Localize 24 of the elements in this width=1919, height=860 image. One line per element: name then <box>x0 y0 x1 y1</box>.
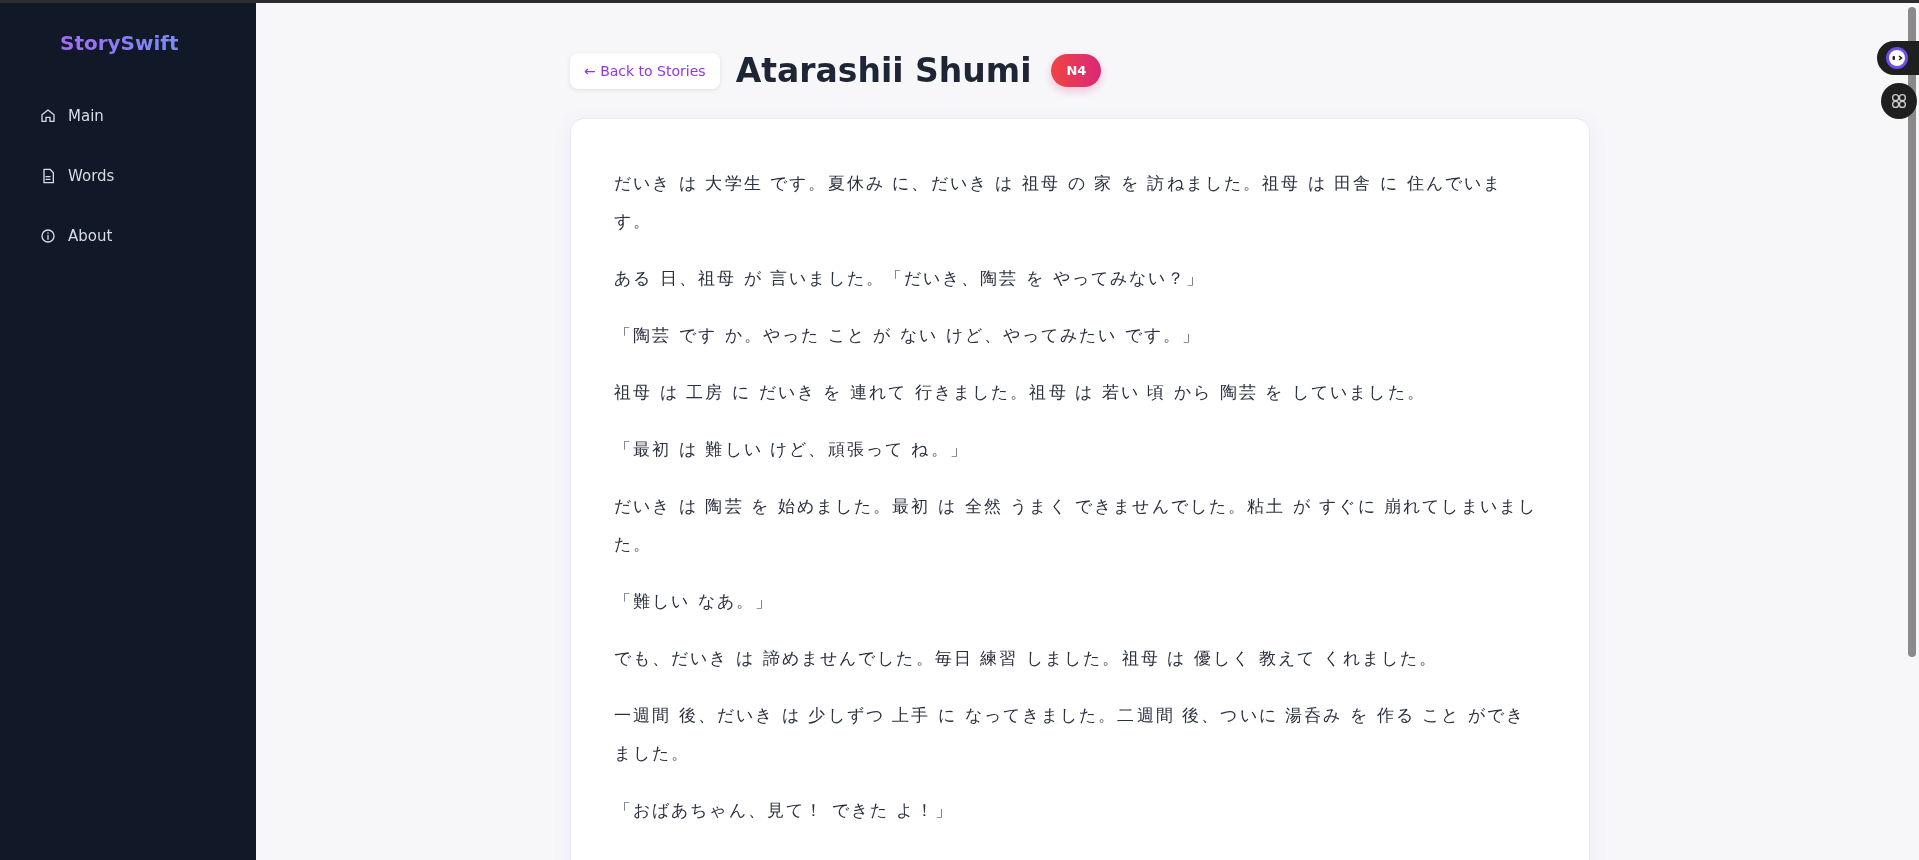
robot-face-icon <box>1885 46 1909 70</box>
clover-icon <box>1890 92 1908 110</box>
sidebar-item[interactable]: Main <box>0 101 256 131</box>
home-icon <box>40 108 56 124</box>
story-paragraph: 「陶芸 です か。やった こと が ない けど、やってみたい です。」 <box>614 324 1203 347</box>
apps-button[interactable] <box>1881 83 1917 119</box>
story-paragraph: ある 日、祖母 が 言いました。「だいき、陶芸 を やってみない？」 <box>614 267 1207 290</box>
story-paragraph: 「おばあちゃん、見て！ できた よ！」 <box>614 799 955 822</box>
scrollbar-thumb[interactable] <box>1908 7 1916 657</box>
story-title: Atarashii Shumi <box>735 51 1032 90</box>
story-paragraph: 祖母 は 工房 に だいき を 連れて 行きました。祖母 は 若い 頃 から 陶芸 を していました。 <box>614 381 1427 404</box>
document-icon <box>40 168 56 184</box>
back-button[interactable]: ← Back to Stories <box>570 52 720 89</box>
level-badge: N4 <box>1051 54 1102 87</box>
story-paragraph: だいき は 陶芸 を 始めました。最初 は 全然 うまく できませんでした。粘土 が すぐに 崩れてしまいました。 <box>614 495 1538 556</box>
story-paragraph: 「最初 は 難しい けど、頑張って ね。」 <box>614 438 970 461</box>
sidebar-item[interactable]: About <box>0 221 256 251</box>
story-paragraph: 「難しい なあ。」 <box>614 590 776 613</box>
sidebar-item[interactable]: Words <box>0 161 256 191</box>
story-paragraph: 一週間 後、だいき は 少しずつ 上手 に なってきました。二週間 後、ついに 湯呑み を 作る こと ができました。 <box>614 704 1527 765</box>
story-paragraph: でも、だいき は 諦めませんでした。毎日 練習 しました。祖母 は 優しく 教えて くれました。 <box>614 647 1440 670</box>
story-paragraph: だいき は 大学生 です。夏休み に、だいき は 祖母 の 家 を 訪ねました。祖母 は 田舎 に 住んでいます。 <box>614 172 1504 233</box>
assistant-button[interactable] <box>1877 41 1919 75</box>
info-icon <box>40 228 56 244</box>
